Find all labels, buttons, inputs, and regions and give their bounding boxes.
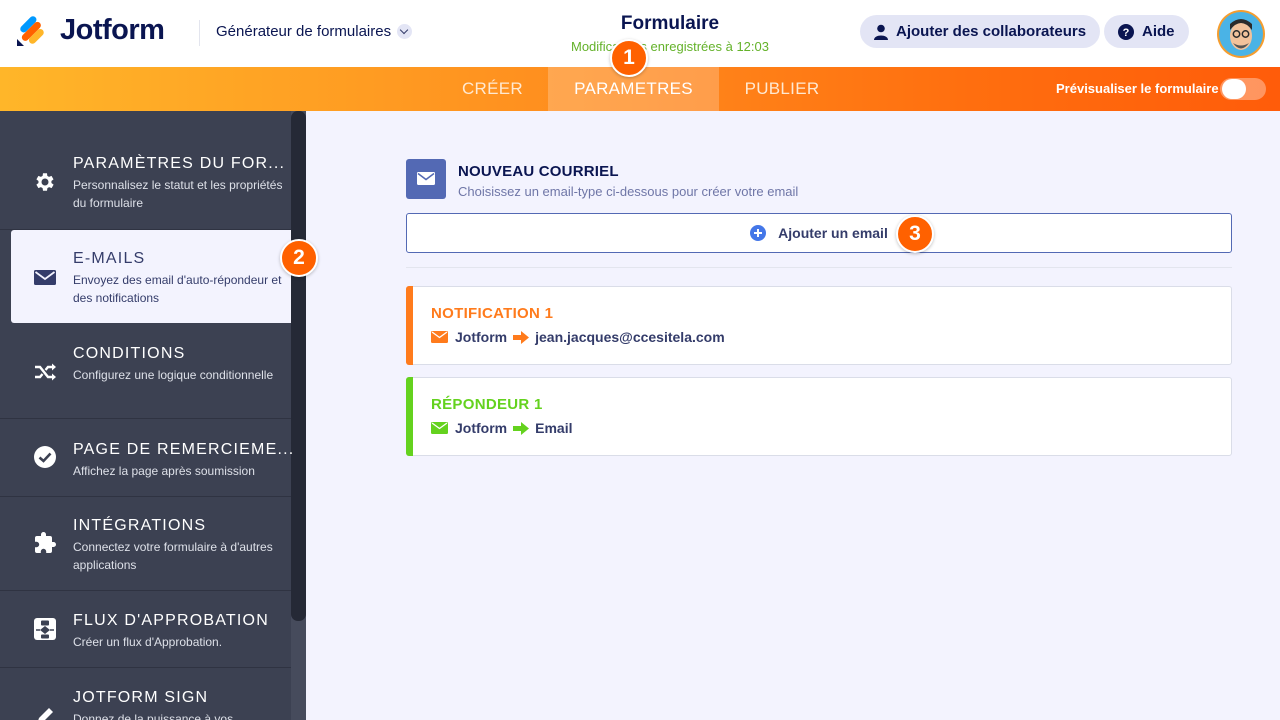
help-icon: ? xyxy=(1118,23,1134,40)
tab-create[interactable]: CRÉER xyxy=(440,67,545,111)
email-recipient: jean.jacques@ccesitela.com xyxy=(535,329,725,345)
jotform-logo[interactable]: Jotform xyxy=(16,14,165,47)
form-builder-dropdown[interactable]: Générateur de formulaires xyxy=(216,23,413,40)
sidebar-item-desc: Créer un flux d'Approbation. xyxy=(73,635,223,649)
card-route: Jotform Email xyxy=(431,420,572,436)
envelope-icon xyxy=(431,331,448,343)
step-badge-3: 3 xyxy=(896,215,934,253)
help-button[interactable]: ? Aide xyxy=(1104,15,1189,48)
sidebar-item-thank-you-page[interactable]: PAGE DE REMERCIEME... Affichez la page a… xyxy=(0,419,295,497)
check-circle-icon xyxy=(34,446,56,468)
gear-icon xyxy=(36,173,54,191)
plus-circle-icon xyxy=(750,225,767,241)
email-sender: Jotform xyxy=(455,329,508,345)
toggle-knob xyxy=(1222,79,1246,99)
sidebar-item-title: PARAMÈTRES DU FOR... xyxy=(73,155,286,172)
email-recipient: Email xyxy=(535,420,573,436)
svg-text:?: ? xyxy=(1123,27,1130,39)
card-title: NOTIFICATION 1 xyxy=(431,305,554,322)
sidebar-item-form-settings[interactable]: PARAMÈTRES DU FOR... Personnalisez le st… xyxy=(0,111,291,230)
arrow-right-icon xyxy=(513,421,530,435)
sidebar-item-title: JOTFORM SIGN xyxy=(73,689,209,706)
preview-toggle[interactable] xyxy=(1220,78,1266,100)
puzzle-icon xyxy=(35,532,56,553)
brand-name: Jotform xyxy=(60,14,165,46)
sidebar-item-title: E-MAILS xyxy=(73,250,146,267)
sidebar-item-approval-flow[interactable]: FLUX D'APPROBATION Créer un flux d'Appro… xyxy=(0,591,291,668)
sidebar-item-jotform-sign[interactable]: JOTFORM SIGN Donnez de la puissance à vo… xyxy=(0,668,291,720)
sidebar-item-desc: Envoyez des email d'auto-répondeur et de… xyxy=(73,273,282,305)
sidebar-scrollbar[interactable] xyxy=(291,111,306,621)
builder-label: Générateur de formulaires xyxy=(216,23,392,40)
envelope-icon xyxy=(417,172,435,185)
builder-navbar: CRÉER PARAMETRES PUBLIER Prévisualiser l… xyxy=(0,67,1280,111)
tab-publish[interactable]: PUBLIER xyxy=(720,67,844,111)
shuffle-icon xyxy=(35,363,56,381)
envelope-icon xyxy=(431,422,448,434)
form-title-block: Formulaire Modifications enregistrées à … xyxy=(490,13,850,54)
chevron-down-icon xyxy=(397,24,413,39)
sidebar-item-title: PAGE DE REMERCIEME... xyxy=(73,441,295,458)
jotform-logo-icon xyxy=(17,15,44,46)
add-email-label: Ajouter un email xyxy=(778,225,888,241)
form-title[interactable]: Formulaire xyxy=(490,13,850,35)
sidebar-item-integrations[interactable]: INTÉGRATIONS Connectez votre formulaire … xyxy=(0,497,291,591)
sidebar-item-emails[interactable]: E-MAILS Envoyez des email d'auto-réponde… xyxy=(11,230,291,323)
sidebar-item-title: INTÉGRATIONS xyxy=(73,517,207,534)
new-email-description: Choisissez un email-type ci-dessous pour… xyxy=(458,184,799,199)
step-badge-2: 2 xyxy=(280,239,318,277)
card-route: Jotform jean.jacques@ccesitela.com xyxy=(431,329,725,345)
sidebar-item-desc: Affichez la page après soumission xyxy=(73,464,255,478)
sidebar-item-desc: Connectez votre formulaire à d'autres ap… xyxy=(73,540,273,572)
add-collaborators-button[interactable]: Ajouter des collaborateurs xyxy=(860,15,1101,48)
email-card-autoresponder[interactable]: RÉPONDEUR 1 Jotform Email xyxy=(406,377,1232,456)
card-accent-bar xyxy=(406,286,413,365)
section-divider xyxy=(406,267,1232,268)
sidebar-item-desc: Personnalisez le statut et les propriété… xyxy=(73,178,283,210)
header-divider xyxy=(199,20,200,46)
sidebar-item-title: FLUX D'APPROBATION xyxy=(73,612,269,629)
preview-label: Prévisualiser le formulaire xyxy=(1056,81,1219,96)
email-card-notification[interactable]: NOTIFICATION 1 Jotform jean.jacques@cces… xyxy=(406,286,1232,365)
settings-sidebar: PARAMÈTRES DU FOR... Personnalisez le st… xyxy=(0,111,306,720)
user-icon xyxy=(874,24,888,40)
sidebar-item-desc: Donnez de la puissance à vos xyxy=(73,712,234,720)
user-avatar[interactable] xyxy=(1217,10,1265,58)
collab-label: Ajouter des collaborateurs xyxy=(896,23,1087,40)
step-badge-1: 1 xyxy=(610,39,648,77)
arrow-right-icon xyxy=(513,330,530,344)
card-accent-bar xyxy=(406,377,413,456)
save-status: Modifications enregistrées à 12:03 xyxy=(570,39,769,54)
new-email-icon xyxy=(406,159,446,199)
sidebar-item-desc: Configurez une logique conditionnelle xyxy=(73,368,274,382)
flow-icon xyxy=(34,618,56,640)
pen-icon xyxy=(38,708,53,720)
envelope-icon xyxy=(34,270,56,285)
new-email-title: NOUVEAU COURRIEL xyxy=(458,163,619,180)
card-title: RÉPONDEUR 1 xyxy=(431,396,543,413)
add-email-button[interactable]: Ajouter un email xyxy=(406,213,1232,253)
email-sender: Jotform xyxy=(455,420,508,436)
help-label: Aide xyxy=(1142,23,1175,40)
sidebar-item-title: CONDITIONS xyxy=(73,345,186,362)
sidebar-item-conditions[interactable]: CONDITIONS Configurez une logique condit… xyxy=(0,323,291,419)
